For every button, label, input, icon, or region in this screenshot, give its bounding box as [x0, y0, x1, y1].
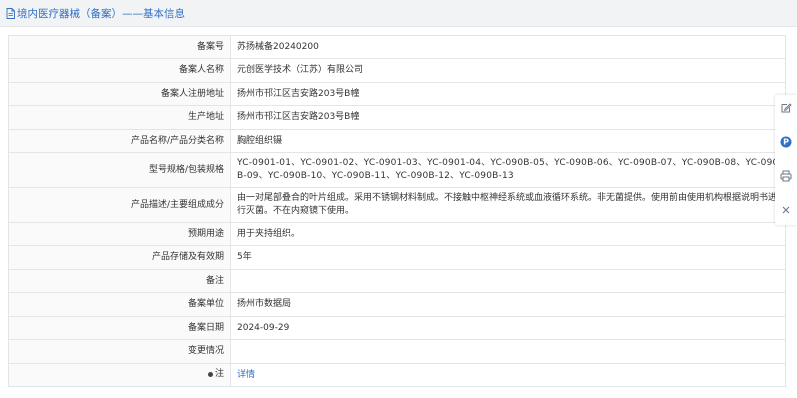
- table-row: 产品名称/产品分类名称 胸腔组织镊: [8, 129, 786, 153]
- filer-name-value: 元创医学技术（江苏）有限公司: [230, 58, 786, 83]
- note-label-cell: 注: [8, 363, 231, 387]
- filer-address-value: 扬州市邗江区吉安路203号B幢: [230, 82, 786, 106]
- table-row: 备案人名称 元创医学技术（江苏）有限公司: [8, 58, 786, 83]
- edit-button[interactable]: [775, 97, 797, 119]
- production-address-value: 扬州市邗江区吉安路203号B幢: [230, 105, 786, 130]
- table-row: 备案人注册地址 扬州市邗江区吉安路203号B幢: [8, 82, 786, 106]
- table-row: 注 详情: [8, 363, 786, 387]
- change-info-label: 变更情况: [8, 339, 231, 364]
- note-label: 注: [207, 368, 224, 381]
- filing-no-value: 苏扬械备20240200: [230, 35, 786, 59]
- page-title-text: 境内医疗器械（备案）——基本信息: [17, 7, 185, 20]
- print-button[interactable]: [775, 165, 797, 187]
- remarks-value: [230, 269, 786, 293]
- storage-value: 5年: [230, 245, 786, 270]
- table-row: 产品描述/主要组成成分 由一对尾部叠合的叶片组成。采用不锈钢材料制成。不接触中枢…: [8, 187, 786, 223]
- close-button[interactable]: [775, 199, 797, 221]
- info-table: 备案号 苏扬械备20240200 备案人名称 元创医学技术（江苏）有限公司 备案…: [8, 35, 786, 387]
- table-row: 备案号 苏扬械备20240200: [8, 35, 786, 59]
- detail-panel: 备案号 苏扬械备20240200 备案人名称 元创医学技术（江苏）有限公司 备案…: [0, 27, 797, 398]
- table-row: 生产地址 扬州市邗江区吉安路203号B幢: [8, 105, 786, 130]
- remarks-label: 备注: [8, 269, 231, 293]
- table-row: 备注: [8, 269, 786, 293]
- parking-button[interactable]: P: [775, 131, 797, 153]
- filer-address-label: 备案人注册地址: [8, 82, 231, 106]
- details-link[interactable]: 详情: [237, 370, 255, 380]
- filer-name-label: 备案人名称: [8, 58, 231, 83]
- side-toolbar: P: [775, 95, 797, 225]
- table-row: 产品存储及有效期 5年: [8, 245, 786, 270]
- model-spec-label: 型号规格/包装规格: [8, 152, 231, 188]
- description-value: 由一对尾部叠合的叶片组成。采用不锈钢材料制成。不接触中枢神经系统或血液循环系统。…: [230, 187, 786, 223]
- table-row: 备案日期 2024-09-29: [8, 316, 786, 340]
- model-spec-value: YC-0901-01、YC-0901-02、YC-0901-03、YC-0901…: [230, 152, 786, 188]
- note-value: 详情: [230, 363, 786, 387]
- production-address-label: 生产地址: [8, 105, 231, 130]
- filing-date-value: 2024-09-29: [230, 316, 786, 340]
- change-info-value: [230, 339, 786, 364]
- intended-use-label: 预期用途: [8, 222, 231, 246]
- filing-unit-value: 扬州市数据局: [230, 292, 786, 317]
- filing-unit-label: 备案单位: [8, 292, 231, 317]
- storage-label: 产品存储及有效期: [8, 245, 231, 270]
- filing-no-label: 备案号: [8, 35, 231, 59]
- table-row: 变更情况: [8, 339, 786, 364]
- edit-icon: [781, 103, 792, 113]
- table-row: 预期用途 用于夹持组织。: [8, 222, 786, 246]
- description-label: 产品描述/主要组成成分: [8, 187, 231, 223]
- document-icon: [6, 7, 15, 19]
- svg-text:P: P: [783, 138, 789, 147]
- table-row: 型号规格/包装规格 YC-0901-01、YC-0901-02、YC-0901-…: [8, 152, 786, 188]
- intended-use-value: 用于夹持组织。: [230, 222, 786, 246]
- print-icon: [780, 170, 792, 182]
- page-title: 境内医疗器械（备案）——基本信息: [6, 6, 185, 20]
- close-icon: [782, 206, 790, 214]
- bullet-icon: [207, 372, 213, 377]
- table-row: 备案单位 扬州市数据局: [8, 292, 786, 317]
- page-header: 境内医疗器械（备案）——基本信息: [0, 0, 797, 27]
- product-name-label: 产品名称/产品分类名称: [8, 129, 231, 153]
- parking-icon: P: [780, 136, 792, 148]
- product-name-value: 胸腔组织镊: [230, 129, 786, 153]
- filing-date-label: 备案日期: [8, 316, 231, 340]
- note-label-text: 注: [214, 369, 224, 379]
